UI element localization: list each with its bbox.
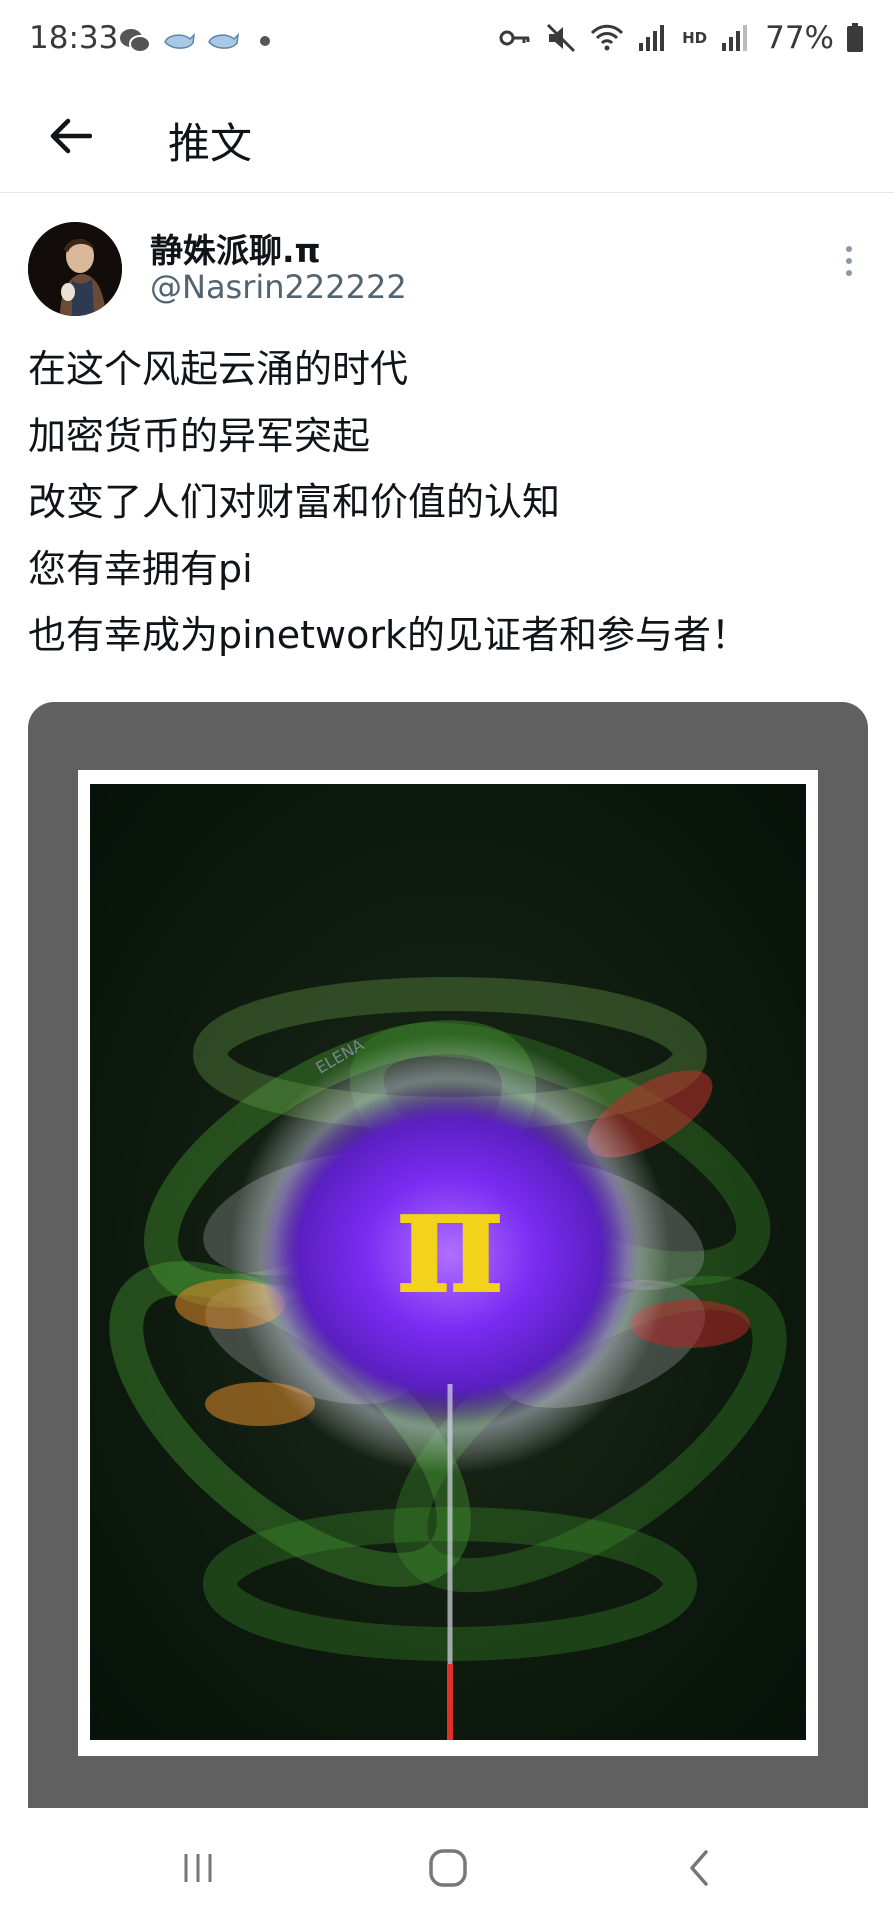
page-title: 推文 [168, 119, 253, 168]
author-handle[interactable]: @Nasrin222222 [150, 268, 407, 306]
chevron-left-icon [690, 1850, 708, 1886]
mute-icon [547, 23, 576, 53]
tweet-media[interactable]: π ELENA [28, 702, 868, 1812]
tweet-line: 在这个风起云涌的时代 [28, 347, 409, 391]
more-options-button[interactable] [834, 236, 864, 286]
back-button[interactable] [40, 106, 100, 166]
wifi-icon [591, 24, 624, 51]
tweet-line: 也有幸成为pinetwork的见证者和参与者！ [28, 613, 749, 657]
pi-symbol: π [395, 1152, 505, 1328]
signal-icon [639, 25, 665, 51]
status-time: 18:33 [29, 20, 119, 56]
key-icon [499, 30, 530, 46]
image-frame: π ELENA [78, 770, 818, 1756]
more-vertical-icon [846, 246, 852, 276]
recent-apps-button[interactable] [168, 1838, 228, 1898]
tweet-text: 在这个风起云涌的时代 加密货币的异军突起 改变了人们对财富和价值的认知 您有幸拥… [28, 336, 868, 669]
tweet-line: 改变了人们对财富和价值的认知 [28, 480, 561, 524]
notification-icons [118, 24, 272, 58]
battery-icon [847, 23, 863, 52]
home-button[interactable] [418, 1838, 478, 1898]
recent-apps-icon [184, 1854, 212, 1882]
whale-icon [208, 32, 240, 49]
author-name[interactable]: 静姝派聊.π [150, 224, 321, 272]
arrow-left-icon [50, 118, 92, 154]
network-type-label: HD [682, 29, 708, 47]
top-app-bar: 推文 [0, 80, 894, 193]
system-icons: HD 77% [498, 20, 864, 56]
tweet-line: 您有幸拥有pi [28, 546, 253, 591]
tweet-line: 加密货币的异军突起 [28, 413, 371, 458]
battery-percent: 77% [765, 20, 834, 56]
home-icon [429, 1849, 467, 1887]
dot-icon [260, 36, 270, 46]
avatar-image [28, 222, 122, 316]
wechat-icon [120, 29, 151, 53]
whale-icon [164, 32, 196, 49]
avatar[interactable] [28, 222, 122, 316]
back-nav-button[interactable] [670, 1838, 730, 1898]
system-nav-bar [0, 1808, 894, 1920]
status-bar: 18:33 HD 77% [0, 0, 894, 80]
signal-icon [722, 25, 748, 51]
pi-flower-image: π ELENA [90, 784, 806, 1740]
